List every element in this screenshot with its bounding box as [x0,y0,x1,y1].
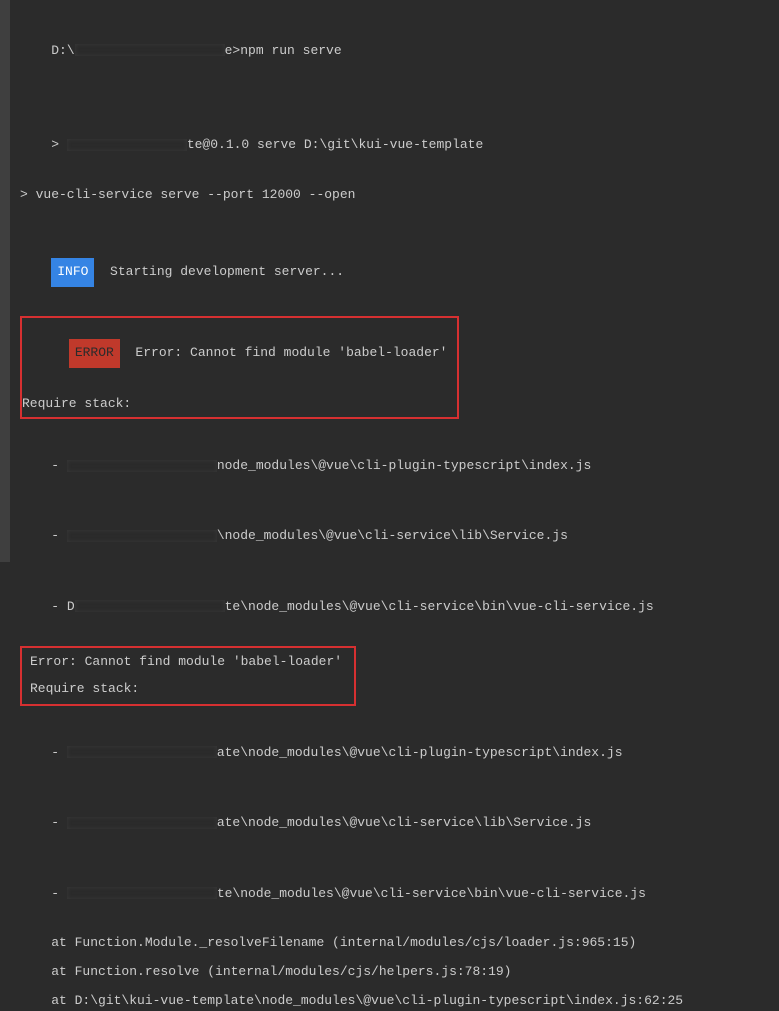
redacted-path-s1a [67,460,217,472]
error-highlight-box-2: Error: Cannot find module 'babel-loader'… [20,646,356,706]
redacted-path-s1b [67,530,217,542]
info-line: INFO Starting development server... [20,238,769,308]
stack1-line-2: - \node_modules\@vue\cli-service\lib\Ser… [20,506,769,568]
error-highlight-box-1: ERROR Error: Cannot find module 'babel-l… [20,316,459,419]
stack1-line-1: - node_modules\@vue\cli-plugin-typescrip… [20,435,769,497]
trace-line-1: at Function.Module._resolveFilename (int… [20,933,769,954]
redacted-path-s2b [67,817,217,829]
error-badge: ERROR [69,339,120,368]
drive-letter: D:\ [51,43,74,58]
trace-line-2: at Function.resolve (internal/modules/cj… [20,962,769,983]
script-suffix: te@0.1.0 serve D:\git\kui-vue-template [187,137,483,152]
require-stack-1: Require stack: [22,394,447,415]
stack2-line-3: - te\node_modules\@vue\cli-service\bin\v… [20,863,769,925]
stack1-suffix-1: node_modules\@vue\cli-plugin-typescript\… [217,458,591,473]
dash-prefix-2: - [51,528,67,543]
stack1-l3-prefix: - D [51,599,74,614]
dash-prefix-5: - [51,886,67,901]
stack2-suffix-3: te\node_modules\@vue\cli-service\bin\vue… [217,886,646,901]
terminal-output[interactable]: D:\ e>npm run serve > te@0.1.0 serve D:\g… [10,0,779,562]
script-prefix: > [51,137,67,152]
dash-prefix-4: - [51,815,67,830]
require-stack-2: Require stack: [30,679,342,700]
stack1-line-3: - D te\node_modules\@vue\cli-service\bin\… [20,576,769,638]
serve-command-line: > vue-cli-service serve --port 12000 --o… [20,185,769,206]
redacted-path [75,44,225,56]
dash-prefix: - [51,458,67,473]
stack2-line-2: - ate\node_modules\@vue\cli-service\lib\… [20,792,769,854]
stack2-line-1: - ate\node_modules\@vue\cli-plugin-types… [20,722,769,784]
dash-prefix-3: - [51,745,67,760]
stack1-suffix-2: \node_modules\@vue\cli-service\lib\Servi… [217,528,568,543]
npm-command: npm run serve [240,43,341,58]
prompt-line: D:\ e>npm run serve [20,20,769,82]
error-text-2: Error: Cannot find module 'babel-loader' [30,652,342,673]
left-gutter [0,0,10,562]
info-text: Starting development server... [94,264,344,279]
error-text-1: Error: Cannot find module 'babel-loader' [120,345,448,360]
path-suffix: e> [225,43,241,58]
stack2-suffix-2: ate\node_modules\@vue\cli-service\lib\Se… [217,815,591,830]
redacted-pkg [67,139,187,151]
stack2-suffix-1: ate\node_modules\@vue\cli-plugin-typescr… [217,745,623,760]
info-badge: INFO [51,258,94,287]
trace-line-3: at D:\git\kui-vue-template\node_modules\… [20,991,769,1011]
redacted-path-s1c [75,600,225,612]
script-line-1: > te@0.1.0 serve D:\git\kui-vue-template [20,114,769,176]
stack1-l3-mid: te\node_modules\@vue\cli-service\bin\vue… [225,599,654,614]
redacted-path-s2c [67,887,217,899]
redacted-path-s2a [67,746,217,758]
